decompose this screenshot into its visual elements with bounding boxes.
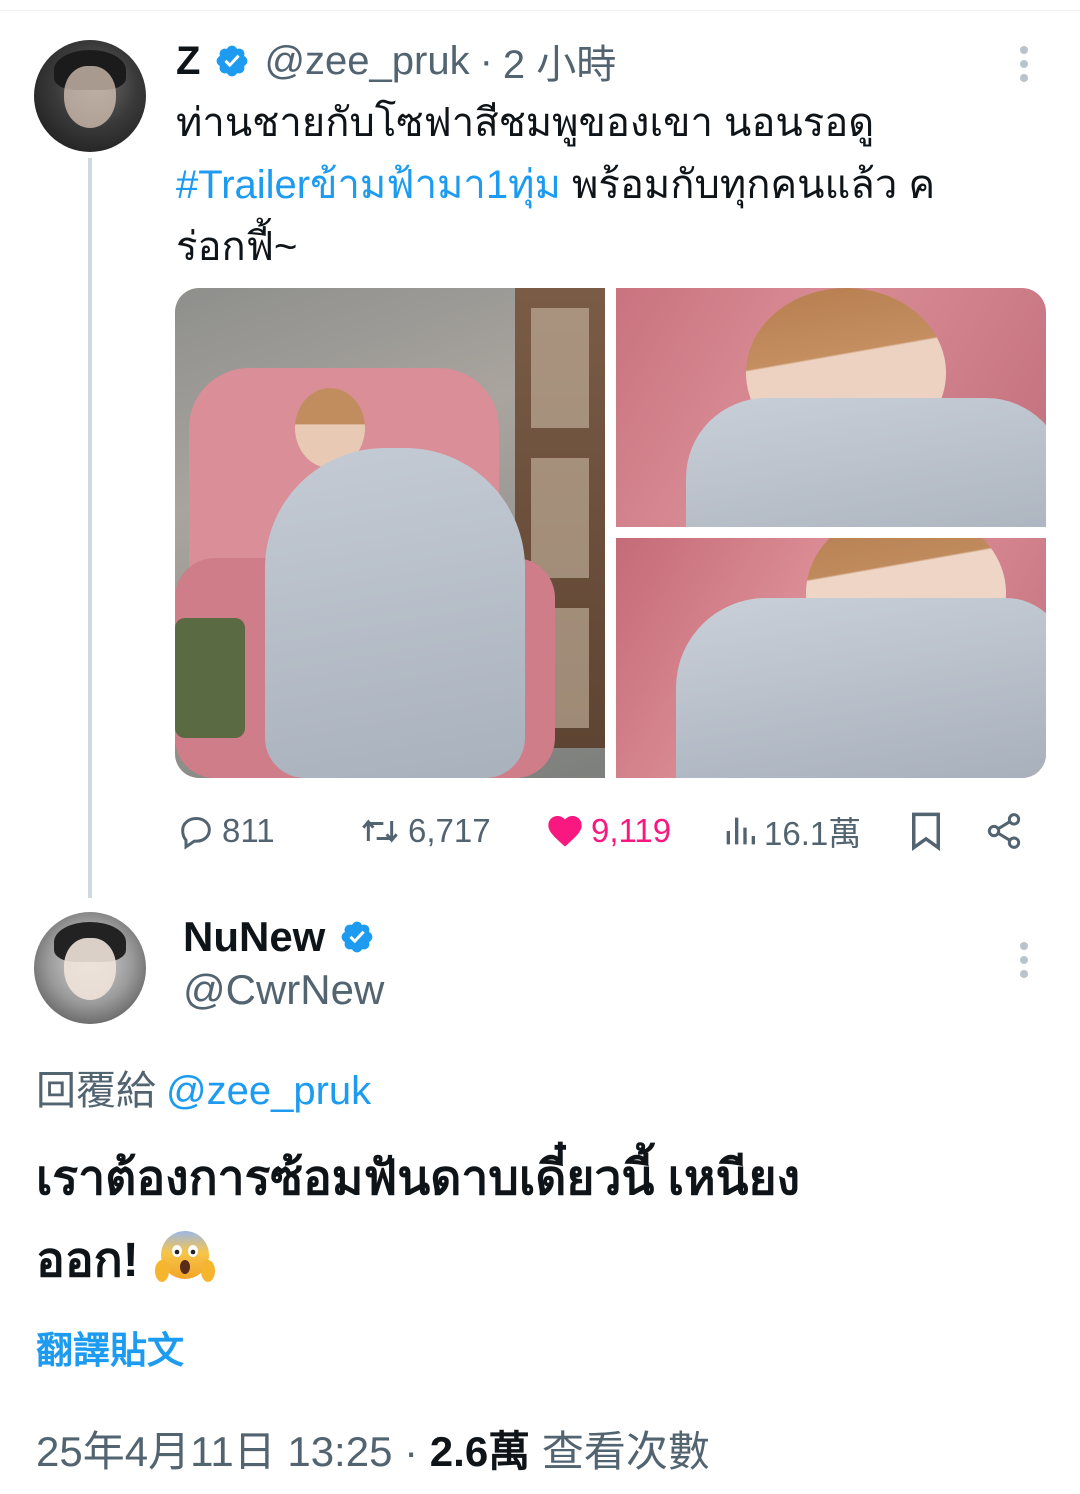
reply-timestamp[interactable]: 25年4月11日 13:25 bbox=[36, 1428, 392, 1475]
reply-count: 811 bbox=[222, 812, 275, 849]
photo-blanket bbox=[676, 598, 1046, 778]
hashtag-link[interactable]: #Trailerข้ามฟ้ามา1ทุ่ม bbox=[176, 163, 561, 207]
repost-button[interactable]: 6,717 bbox=[358, 806, 491, 856]
bookmark-icon bbox=[912, 812, 940, 852]
tweet-text-segment: พร้อมกับทุกคนแล้ว ค bbox=[560, 163, 936, 207]
views-count: 16.1萬 bbox=[764, 815, 862, 852]
views-button[interactable]: 16.1萬 bbox=[722, 806, 861, 856]
avatar-face bbox=[64, 66, 116, 128]
photo-blanket bbox=[265, 448, 525, 778]
tweet-text-line: ท่านชายกับโซฟาสีชมพูของเขา นอนรอดู bbox=[176, 101, 875, 145]
share-icon bbox=[987, 813, 1021, 849]
reply-button[interactable]: 811 bbox=[176, 806, 275, 856]
thread-connector-line bbox=[88, 158, 92, 898]
photo-cushion bbox=[175, 618, 245, 738]
parent-handle[interactable]: @zee_pruk bbox=[264, 39, 469, 84]
verified-badge-icon bbox=[217, 45, 248, 77]
parent-time[interactable]: 2 小時 bbox=[503, 32, 616, 90]
avatar-nunew[interactable] bbox=[34, 912, 146, 1024]
tweet-photo-2[interactable] bbox=[616, 288, 1046, 527]
views-chart-icon bbox=[726, 817, 755, 845]
reply-display-name[interactable]: NuNew bbox=[183, 913, 325, 961]
reply-icon bbox=[181, 816, 211, 850]
reply-views-count: 2.6萬 bbox=[429, 1428, 531, 1475]
heart-icon bbox=[548, 816, 582, 847]
reply-meta: 25年4月11日 13:25 · 2.6萬 查看次數 bbox=[36, 1418, 710, 1479]
more-options-icon[interactable] bbox=[1018, 42, 1028, 86]
reply-tweet-text: เราต้องการซ้อมฟันดาบเดี๋ยวนี้ เหนียง ออก… bbox=[36, 1138, 1046, 1302]
reply-views-label: 查看次數 bbox=[541, 1428, 710, 1475]
verified-badge-icon bbox=[341, 921, 373, 953]
avatar-zee[interactable] bbox=[34, 40, 146, 152]
replying-to-mention[interactable]: @zee_pruk bbox=[166, 1069, 371, 1113]
screaming-face-emoji-icon bbox=[154, 1231, 215, 1283]
separator-dot: · bbox=[404, 1428, 419, 1475]
reply-handle[interactable]: @CwrNew bbox=[183, 966, 384, 1014]
repost-icon bbox=[362, 819, 398, 843]
photo-blanket bbox=[686, 398, 1046, 527]
avatar-face bbox=[64, 938, 116, 1000]
parent-display-name[interactable]: Z bbox=[176, 39, 200, 84]
tweet-text-line: ร่อกฟี้~ bbox=[176, 225, 298, 269]
reply-text-segment: ออก! bbox=[36, 1234, 139, 1287]
bookmark-button[interactable] bbox=[908, 806, 944, 856]
parent-tweet-header: Z @zee_pruk · 2 小時 bbox=[176, 36, 616, 88]
share-button[interactable] bbox=[984, 806, 1024, 856]
like-button[interactable]: 9,119 bbox=[545, 806, 671, 856]
replying-to: 回覆給 @zee_pruk bbox=[36, 1058, 371, 1116]
translate-post-link[interactable]: 翻譯貼文 bbox=[36, 1320, 184, 1374]
reply-text-line: เราต้องการซ้อมฟันดาบเดี๋ยวนี้ เหนียง bbox=[36, 1152, 801, 1205]
tweet-photo-1[interactable] bbox=[175, 288, 605, 778]
more-options-icon[interactable] bbox=[1018, 938, 1028, 982]
repost-count: 6,717 bbox=[408, 812, 491, 849]
tweet-photo-3[interactable] bbox=[616, 538, 1046, 778]
like-count: 9,119 bbox=[591, 812, 672, 849]
parent-tweet-text: ท่านชายกับโซฟาสีชมพูของเขา นอนรอดู #Trai… bbox=[176, 92, 1036, 278]
reply-author-row: NuNew bbox=[183, 912, 375, 962]
separator-dot: · bbox=[479, 38, 493, 83]
top-divider bbox=[0, 10, 1080, 11]
tweet-text-line: #Trailerข้ามฟ้ามา1ทุ่ม พร้อมกับทุกคนแล้ว… bbox=[176, 154, 1036, 216]
reply-text-line: ออก! bbox=[36, 1220, 1046, 1302]
replying-to-label: 回覆給 bbox=[36, 1069, 156, 1113]
